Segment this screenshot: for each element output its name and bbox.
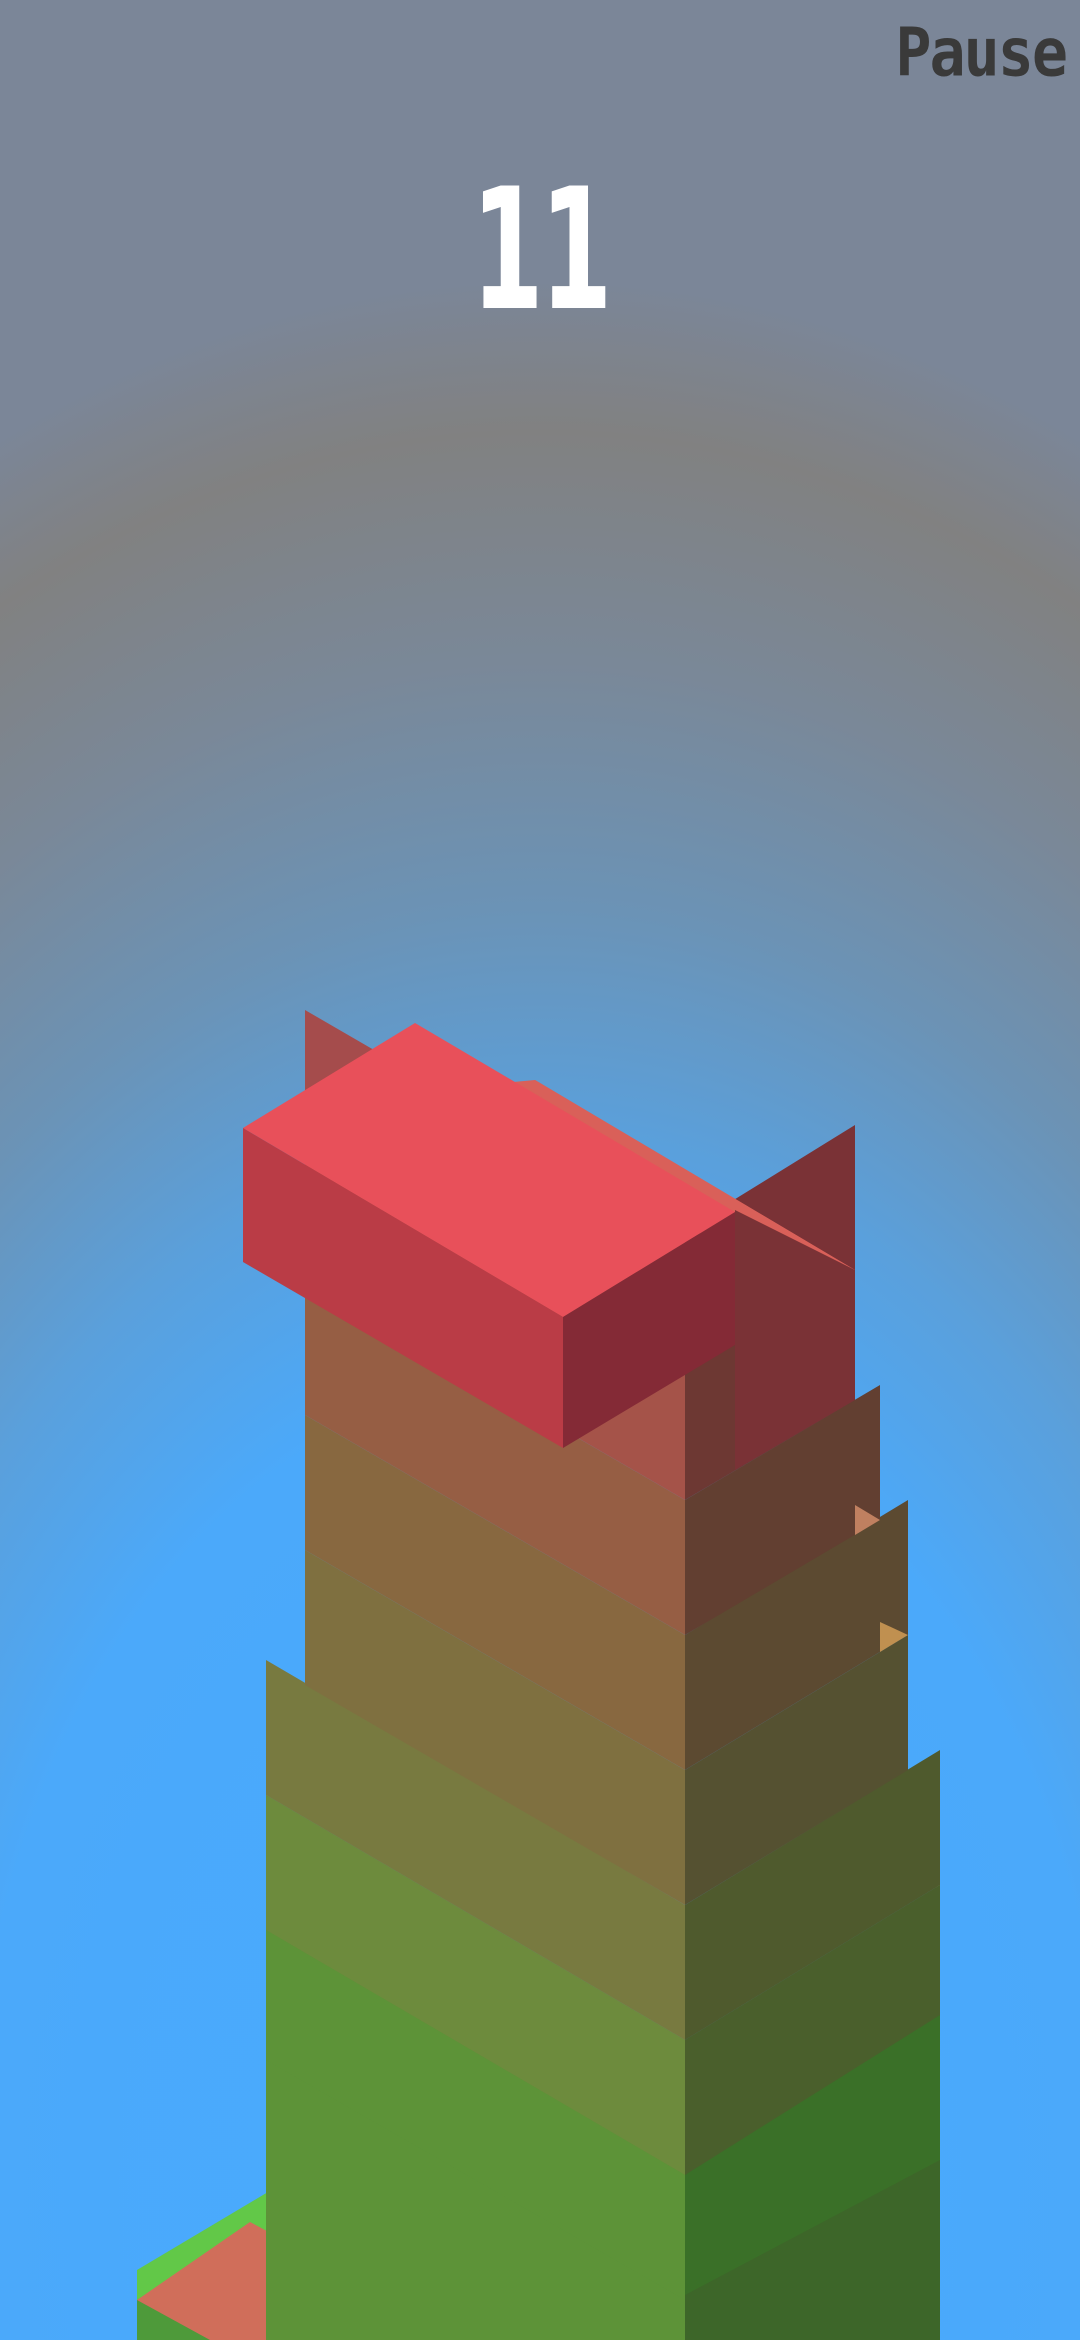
score-counter: 11 xyxy=(471,152,612,348)
game-scene[interactable] xyxy=(0,0,1080,2340)
pause-button[interactable]: Pause xyxy=(895,14,1068,92)
block-tower xyxy=(137,1010,940,2340)
